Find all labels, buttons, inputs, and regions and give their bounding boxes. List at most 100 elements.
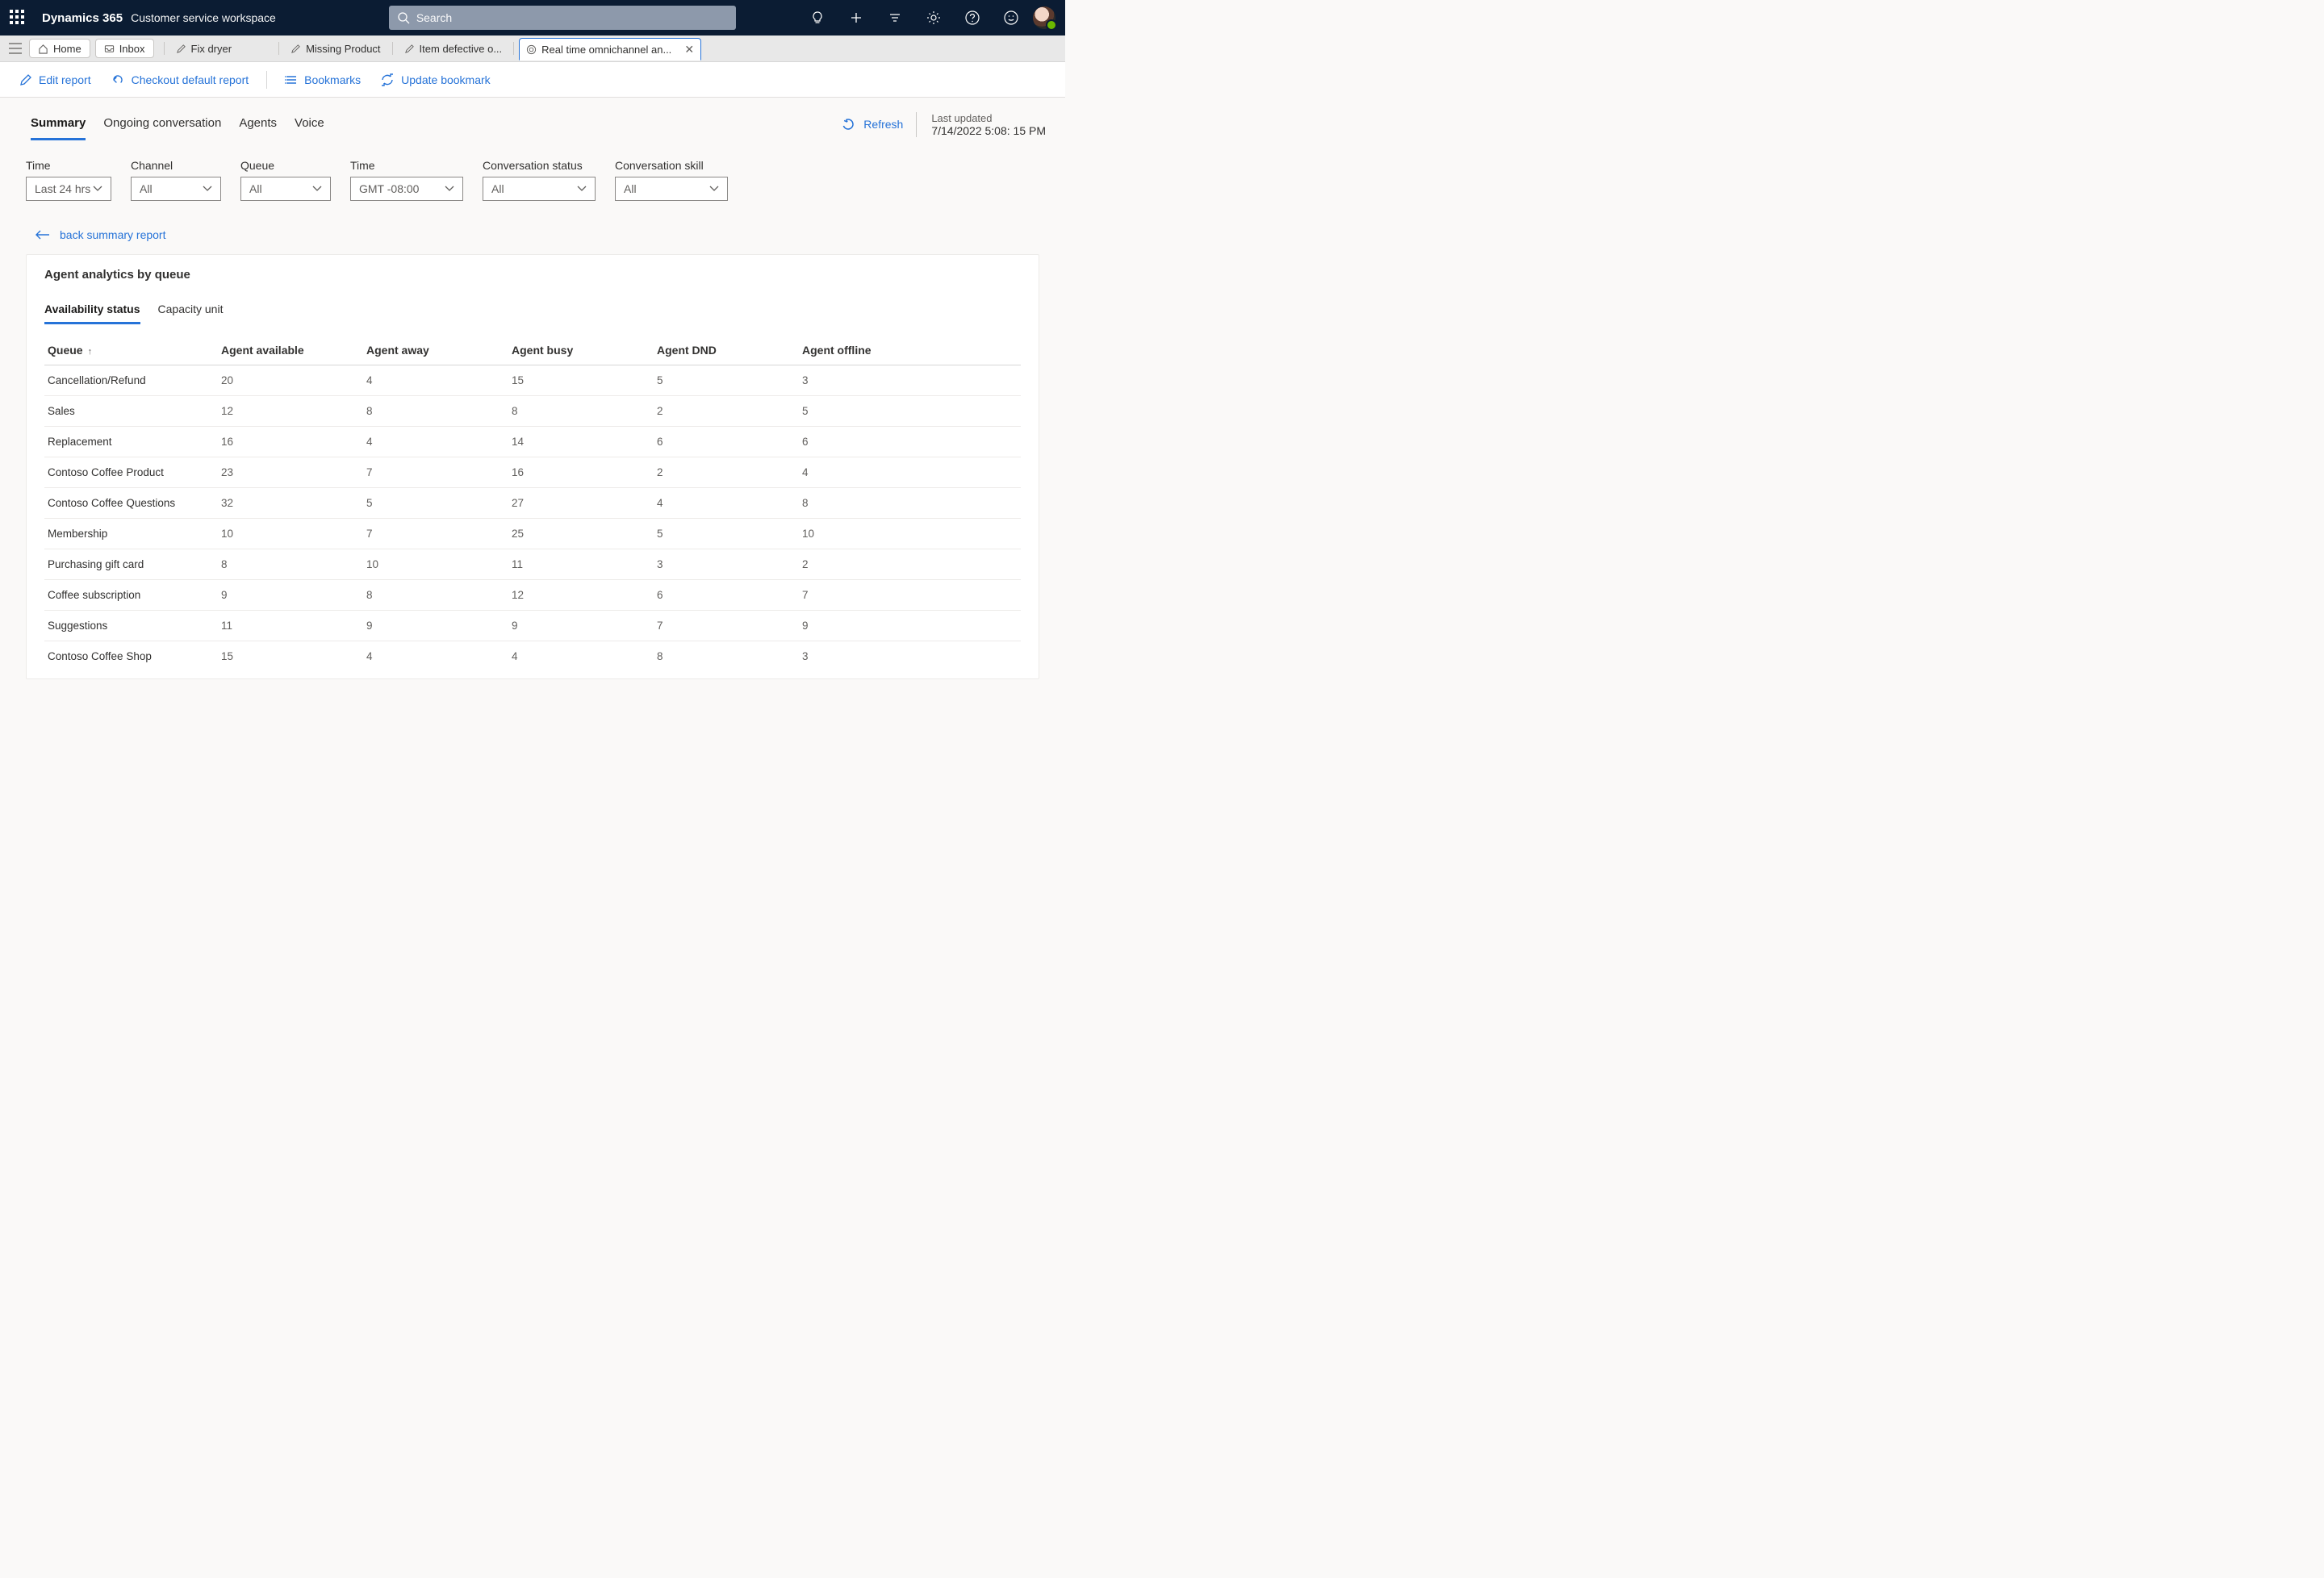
col-agent-busy[interactable]: Agent busy bbox=[508, 336, 654, 365]
tab-summary[interactable]: Summary bbox=[31, 108, 86, 140]
refresh-button[interactable]: Refresh bbox=[841, 117, 903, 132]
filter-row: Time Last 24 hrs Channel All Queue All T… bbox=[19, 144, 1046, 201]
app-launcher-icon[interactable] bbox=[10, 10, 26, 26]
table-row[interactable]: Cancellation/Refund2041553 bbox=[44, 365, 1021, 396]
cell-value: 10 bbox=[799, 519, 1021, 549]
cell-value: 6 bbox=[654, 580, 799, 611]
gear-icon[interactable] bbox=[925, 9, 943, 27]
emoji-icon[interactable] bbox=[1002, 9, 1020, 27]
cell-value: 2 bbox=[654, 396, 799, 427]
page-body: Summary Ongoing conversation Agents Voic… bbox=[0, 98, 1065, 679]
cell-value: 8 bbox=[508, 396, 654, 427]
tab-home[interactable]: Home bbox=[29, 39, 90, 58]
cell-value: 11 bbox=[508, 549, 654, 580]
cell-queue-name: Contoso Coffee Product bbox=[44, 457, 218, 488]
filter-icon[interactable] bbox=[886, 9, 904, 27]
user-avatar[interactable] bbox=[1033, 6, 1055, 29]
cell-queue-name: Coffee subscription bbox=[44, 580, 218, 611]
agent-analytics-card: Agent analytics by queue Availability st… bbox=[26, 254, 1039, 679]
cell-value: 5 bbox=[363, 488, 508, 519]
cell-value: 10 bbox=[363, 549, 508, 580]
filter-channel-label: Channel bbox=[131, 159, 221, 172]
tab-realtime-omnichannel[interactable]: Real time omnichannel an... ✕ bbox=[519, 38, 701, 61]
tab-agents[interactable]: Agents bbox=[239, 108, 277, 140]
filter-status-label: Conversation status bbox=[483, 159, 596, 172]
cell-value: 7 bbox=[363, 519, 508, 549]
filter-time-dropdown[interactable]: Last 24 hrs bbox=[26, 177, 111, 201]
pencil-icon bbox=[176, 44, 186, 54]
lightbulb-icon[interactable] bbox=[809, 9, 826, 27]
cell-value: 5 bbox=[654, 519, 799, 549]
card-title: Agent analytics by queue bbox=[44, 268, 1021, 282]
tab-fix-dryer[interactable]: Fix dryer bbox=[169, 39, 239, 58]
app-name: Customer service workspace bbox=[131, 11, 276, 24]
edit-report-button[interactable]: Edit report bbox=[15, 70, 96, 90]
table-row[interactable]: Contoso Coffee Shop154483 bbox=[44, 641, 1021, 679]
tab-inbox[interactable]: Inbox bbox=[95, 39, 154, 58]
back-summary-link[interactable]: back summary report bbox=[19, 201, 1046, 254]
cell-value: 8 bbox=[363, 396, 508, 427]
chevron-down-icon bbox=[312, 186, 322, 192]
brand-name: Dynamics 365 bbox=[42, 11, 123, 25]
cell-queue-name: Replacement bbox=[44, 427, 218, 457]
help-icon[interactable] bbox=[963, 9, 981, 27]
table-row[interactable]: Contoso Coffee Questions3252748 bbox=[44, 488, 1021, 519]
cell-queue-name: Purchasing gift card bbox=[44, 549, 218, 580]
col-agent-dnd[interactable]: Agent DND bbox=[654, 336, 799, 365]
cell-value: 4 bbox=[654, 488, 799, 519]
table-row[interactable]: Replacement1641466 bbox=[44, 427, 1021, 457]
table-row[interactable]: Contoso Coffee Product2371624 bbox=[44, 457, 1021, 488]
filter-channel-dropdown[interactable]: All bbox=[131, 177, 221, 201]
undo-icon bbox=[111, 73, 125, 87]
table-row[interactable]: Coffee subscription981267 bbox=[44, 580, 1021, 611]
cell-value: 7 bbox=[799, 580, 1021, 611]
chevron-down-icon bbox=[93, 186, 102, 192]
cell-value: 16 bbox=[508, 457, 654, 488]
chevron-down-icon bbox=[577, 186, 587, 192]
cell-value: 8 bbox=[799, 488, 1021, 519]
col-agent-available[interactable]: Agent available bbox=[218, 336, 363, 365]
cell-value: 10 bbox=[218, 519, 363, 549]
cell-value: 3 bbox=[799, 641, 1021, 679]
search-icon bbox=[397, 11, 410, 24]
table-row[interactable]: Membership10725510 bbox=[44, 519, 1021, 549]
filter-timezone-dropdown[interactable]: GMT -08:00 bbox=[350, 177, 463, 201]
plus-icon[interactable] bbox=[847, 9, 865, 27]
filter-status-dropdown[interactable]: All bbox=[483, 177, 596, 201]
checkout-default-report-button[interactable]: Checkout default report bbox=[106, 69, 254, 90]
filter-skill-dropdown[interactable]: All bbox=[615, 177, 728, 201]
global-header: Dynamics 365 Customer service workspace … bbox=[0, 0, 1065, 35]
cell-value: 16 bbox=[218, 427, 363, 457]
header-icon-group bbox=[809, 9, 1020, 27]
close-icon[interactable]: ✕ bbox=[684, 44, 694, 55]
inner-tab-availability[interactable]: Availability status bbox=[44, 296, 140, 324]
tab-voice[interactable]: Voice bbox=[295, 108, 324, 140]
tab-ongoing-conversation[interactable]: Ongoing conversation bbox=[103, 108, 221, 140]
cell-value: 7 bbox=[363, 457, 508, 488]
table-row[interactable]: Suggestions119979 bbox=[44, 611, 1021, 641]
bookmarks-button[interactable]: Bookmarks bbox=[280, 70, 366, 90]
tab-missing-product[interactable]: Missing Product bbox=[284, 39, 387, 58]
cell-value: 9 bbox=[218, 580, 363, 611]
hamburger-icon[interactable] bbox=[5, 43, 26, 54]
table-row[interactable]: Purchasing gift card8101132 bbox=[44, 549, 1021, 580]
table-row[interactable]: Sales128825 bbox=[44, 396, 1021, 427]
cell-value: 12 bbox=[218, 396, 363, 427]
col-queue[interactable]: Queue↑ bbox=[44, 336, 218, 365]
col-agent-offline[interactable]: Agent offline bbox=[799, 336, 1021, 365]
col-agent-away[interactable]: Agent away bbox=[363, 336, 508, 365]
filter-queue-dropdown[interactable]: All bbox=[240, 177, 331, 201]
cell-queue-name: Membership bbox=[44, 519, 218, 549]
cell-value: 14 bbox=[508, 427, 654, 457]
cell-value: 11 bbox=[218, 611, 363, 641]
tab-item-defective[interactable]: Item defective o... bbox=[398, 39, 509, 58]
cell-value: 5 bbox=[654, 365, 799, 396]
chevron-down-icon bbox=[203, 186, 212, 192]
search-input[interactable]: Search bbox=[389, 6, 736, 30]
cell-value: 8 bbox=[363, 580, 508, 611]
filter-skill-label: Conversation skill bbox=[615, 159, 728, 172]
cell-queue-name: Sales bbox=[44, 396, 218, 427]
update-bookmark-button[interactable]: Update bookmark bbox=[375, 69, 495, 90]
chevron-down-icon bbox=[709, 186, 719, 192]
inner-tab-capacity[interactable]: Capacity unit bbox=[158, 296, 224, 324]
